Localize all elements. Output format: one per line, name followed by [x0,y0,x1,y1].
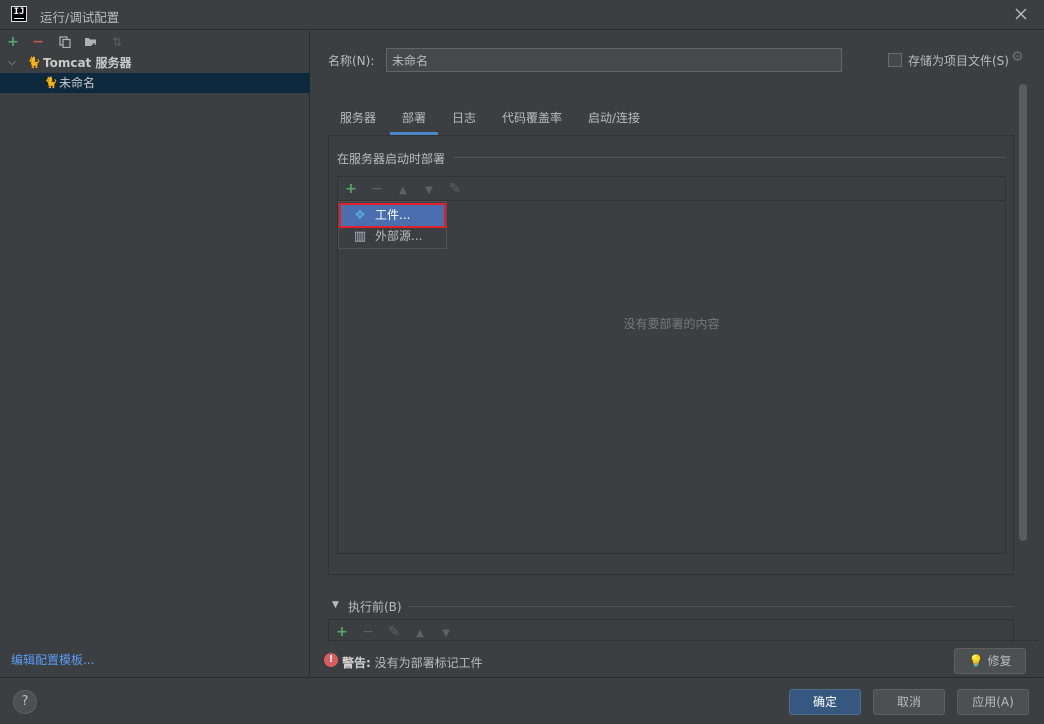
remove-task-button[interactable]: − [358,622,378,642]
gear-icon[interactable]: ⚙ [1011,49,1024,65]
tab-logs[interactable]: 日志 [440,105,488,135]
artifact-icon: ❖ [354,208,366,223]
move-up-task-button[interactable]: ▲ [410,622,430,642]
before-launch-label[interactable]: 执行前(B) [348,598,402,615]
move-to-folder-button[interactable] [81,32,101,52]
edit-task-button[interactable]: ✎ [384,622,404,642]
configurations-panel: + − ⇅ ⌵ 🐈 Tomcat 服务器 🐈 未命名 编辑配置模板... [0,31,310,677]
warning-text: 没有为部署标记工件 [374,656,483,670]
tomcat-icon: 🐈 [44,76,58,89]
add-deploy-popup: ❖ 工件... ▥ 外部源... [338,201,447,249]
store-as-project-file-checkbox[interactable] [888,53,902,67]
popup-item-label: 工件... [375,208,411,222]
add-deploy-button[interactable]: + [341,179,361,199]
tree-group-tomcat[interactable]: ⌵ 🐈 Tomcat 服务器 [0,53,310,73]
tree-group-label: Tomcat 服务器 [43,56,132,70]
close-icon [1015,8,1027,20]
popup-item-external-source[interactable]: ▥ 外部源... [341,226,444,247]
warning-prefix: 警告: [342,656,371,670]
minus-icon: − [32,34,44,50]
plus-icon: + [336,624,348,640]
add-configuration-button[interactable]: + [3,32,23,52]
triangle-down-icon[interactable]: ▼ [332,600,339,610]
tab-server[interactable]: 服务器 [328,105,388,135]
configuration-editor: 名称(N): 存储为项目文件(S) ⚙ 服务器 部署 日志 代码覆盖率 启动/连… [311,31,1044,677]
lightbulb-icon: 💡 [968,654,984,668]
edit-templates-link[interactable]: 编辑配置模板... [11,651,94,668]
scrollbar[interactable] [1019,84,1027,541]
popup-item-label: 外部源... [375,229,423,243]
arrow-up-icon: ▲ [416,628,424,639]
dialog-footer: ? 确定 取消 应用(A) [0,677,1044,724]
chevron-down-icon[interactable]: ⌵ [6,53,18,73]
section-divider [408,606,1014,607]
edit-deploy-button[interactable]: ✎ [445,179,465,199]
sort-icon: ⇅ [111,35,123,49]
deploy-toolbar: + − ▲ ▼ ✎ [338,177,1005,201]
move-up-button[interactable]: ▲ [393,179,413,199]
cancel-button[interactable]: 取消 [873,689,945,715]
external-source-icon: ▥ [353,229,367,244]
store-as-project-file-label: 存储为项目文件(S) [908,54,1009,68]
section-divider [453,157,1006,158]
empty-deploy-text: 没有要部署的内容 [623,317,720,331]
close-button[interactable] [1010,3,1032,25]
tab-deployment[interactable]: 部署 [390,105,439,135]
tree-item-label: 未命名 [59,76,96,90]
help-icon: ? [21,694,29,709]
arrow-down-icon: ▼ [442,628,450,639]
help-button[interactable]: ? [13,690,37,714]
folder-add-icon [85,38,97,48]
configurations-toolbar: + − ⇅ [0,31,310,53]
ok-button[interactable]: 确定 [789,689,861,715]
fix-button-label: 修复 [987,654,1012,668]
plus-icon: + [7,34,19,50]
copy-icon [59,36,71,49]
popup-item-artifact[interactable]: ❖ 工件... [339,203,446,228]
apply-button[interactable]: 应用(A) [957,689,1029,715]
sort-configurations-button[interactable]: ⇅ [107,32,127,52]
window-title: 运行/调试配置 [40,10,120,25]
name-input[interactable] [386,48,842,72]
title-bar: IJ 运行/调试配置 [0,0,1044,30]
deploy-list: + − ▲ ▼ ✎ 没有要部署的内容 ❖ 工件... ▥ 外部源... [337,176,1006,554]
plus-icon: + [345,181,357,197]
arrow-up-icon: ▲ [399,185,407,196]
fix-button[interactable]: 💡 修复 [954,648,1026,674]
warning-message: 警告: 没有为部署标记工件 [342,654,483,671]
error-icon: ! [324,653,338,667]
minus-icon: − [362,624,374,640]
intellij-logo-icon: IJ [11,6,27,22]
pencil-icon: ✎ [449,181,461,197]
configurations-tree: ⌵ 🐈 Tomcat 服务器 🐈 未命名 [0,53,310,93]
remove-deploy-button[interactable]: − [367,179,387,199]
add-task-button[interactable]: + [332,622,352,642]
minus-icon: − [371,181,383,197]
deploy-section-title: 在服务器启动时部署 [337,152,446,166]
move-down-button[interactable]: ▼ [419,179,439,199]
tree-item-unnamed[interactable]: 🐈 未命名 [0,73,310,93]
tomcat-icon: 🐈 [27,56,41,69]
name-label: 名称(N): [328,54,375,68]
move-down-task-button[interactable]: ▼ [436,622,456,642]
copy-configuration-button[interactable] [55,32,75,52]
tab-startup-connection[interactable]: 启动/连接 [576,105,652,135]
deployment-tab-content: 在服务器启动时部署 + − ▲ ▼ ✎ 没有要部署的内容 ❖ 工件... ▥ 外… [328,135,1014,575]
pencil-icon: ✎ [388,624,400,640]
arrow-down-icon: ▼ [425,185,433,196]
remove-configuration-button[interactable]: − [28,32,48,52]
warning-divider [328,640,1038,641]
tab-code-coverage[interactable]: 代码覆盖率 [490,105,574,135]
